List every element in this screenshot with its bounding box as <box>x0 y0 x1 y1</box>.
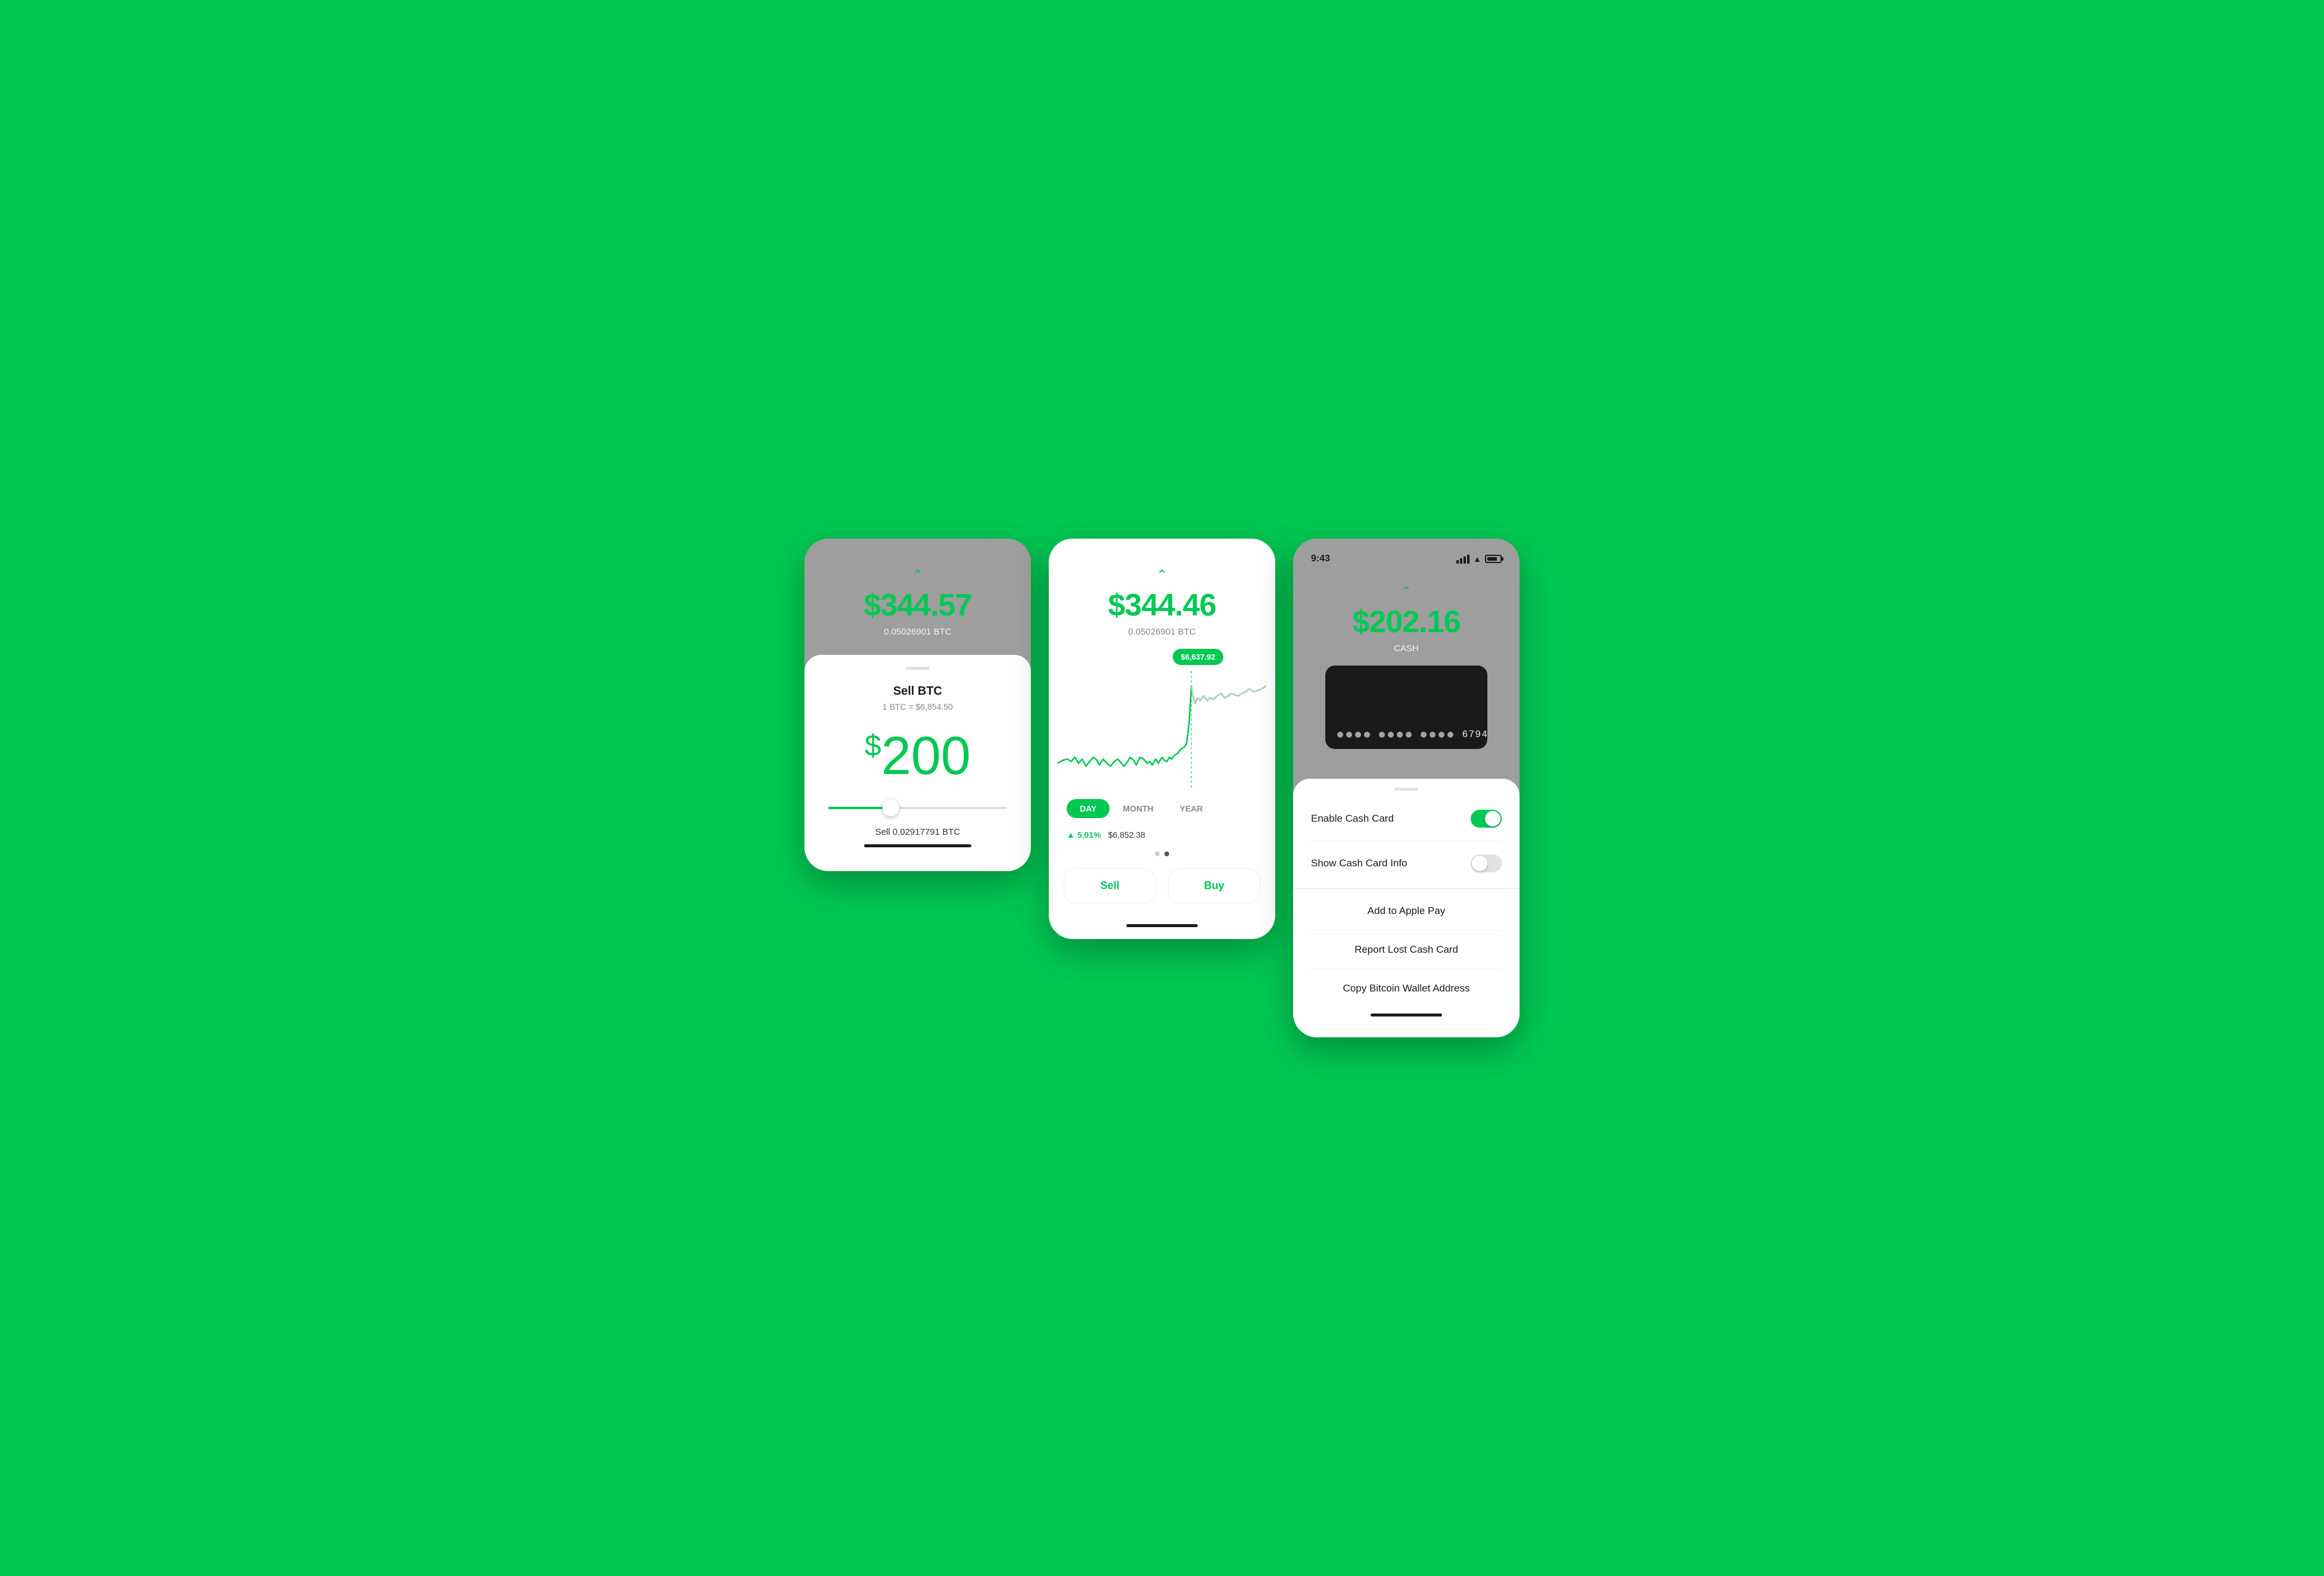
report-lost-label: Report Lost Cash Card <box>1354 944 1458 956</box>
cash-amount: $202.16 <box>1353 604 1461 640</box>
sell-card: Sell BTC 1 BTC = $6,854.50 $200 Sell 0.0… <box>804 655 1031 871</box>
chevron-up-icon-2[interactable]: ⌃ <box>1157 568 1167 582</box>
up-arrow-icon: ▲ <box>1067 830 1075 840</box>
sell-button[interactable]: Sell <box>1064 868 1156 903</box>
card-handle <box>906 667 930 670</box>
show-cash-card-toggle[interactable] <box>1471 854 1502 872</box>
home-indicator <box>864 844 971 847</box>
screens-container: ⌃ $344.57 0.05026901 BTC Sell BTC 1 BTC … <box>775 539 1549 1037</box>
slider-fill <box>828 807 891 809</box>
stat-price: $6,852.38 <box>1108 830 1145 840</box>
status-icons: ▲ <box>1456 554 1502 564</box>
enable-cash-card-item[interactable]: Enable Cash Card <box>1293 797 1520 841</box>
chevron-up-icon[interactable]: ⌃ <box>912 568 923 582</box>
cash-card: 6794 <box>1325 666 1487 749</box>
chevron-up-icon-3[interactable]: ⌃ <box>1401 585 1412 598</box>
screen3-footer <box>1293 1008 1520 1025</box>
home-bar-3 <box>1371 1014 1442 1017</box>
sell-title: Sell BTC <box>893 685 942 698</box>
tab-day[interactable]: DAY <box>1067 799 1110 818</box>
time-buttons: DAY MONTH YEAR <box>1049 790 1275 827</box>
show-cash-card-info-item[interactable]: Show Cash Card Info <box>1293 841 1520 885</box>
dot-group-1 <box>1337 732 1370 738</box>
btc-price: $344.57 <box>864 587 972 623</box>
sell-rate: 1 BTC = $6,854.50 <box>883 702 953 711</box>
dot-2 <box>1164 851 1169 856</box>
btc-amount: 0.05026901 BTC <box>884 627 951 637</box>
card-last4: 6794 <box>1462 729 1489 740</box>
card-number-dots: 6794 <box>1337 729 1489 740</box>
sell-footer: Sell 0.02917791 BTC <box>864 827 971 847</box>
section-divider-1 <box>1293 888 1520 889</box>
add-to-apple-pay-item[interactable]: Add to Apple Pay <box>1293 892 1520 930</box>
stat-up: ▲ 5.01% <box>1067 830 1101 840</box>
cash-label: CASH <box>1394 644 1419 654</box>
chart-container: $6,637.92 <box>1049 649 1275 790</box>
tab-year[interactable]: YEAR <box>1167 799 1216 818</box>
sell-number: 200 <box>881 726 971 786</box>
cash-card-sheet: Enable Cash Card Show Cash Card Info Add… <box>1293 779 1520 1037</box>
home-bar <box>1126 924 1198 927</box>
slider-thumb[interactable] <box>883 800 899 816</box>
dollar-sign: $ <box>865 729 881 762</box>
page-dots <box>1049 848 1275 862</box>
status-bar: 9:43 ▲ <box>1311 551 1502 567</box>
buy-button[interactable]: Buy <box>1168 868 1260 903</box>
battery-icon <box>1485 555 1502 563</box>
stat-pct: 5.01% <box>1077 830 1101 840</box>
add-apple-pay-label: Add to Apple Pay <box>1368 905 1445 917</box>
tab-month[interactable]: MONTH <box>1110 799 1166 818</box>
chart-svg <box>1058 671 1266 790</box>
copy-bitcoin-item[interactable]: Copy Bitcoin Wallet Address <box>1293 969 1520 1008</box>
enable-cash-card-label: Enable Cash Card <box>1311 813 1394 825</box>
screen2-footer <box>1049 918 1275 939</box>
dot-1 <box>1155 851 1160 856</box>
screen3-top: 9:43 ▲ ⌃ $202.16 <box>1293 539 1520 779</box>
chart-bubble: $6,637.92 <box>1173 649 1224 665</box>
screen2-top: ⌃ $344.46 0.05026901 BTC <box>1049 539 1275 649</box>
amount-slider[interactable] <box>822 807 1013 809</box>
show-cash-card-label: Show Cash Card Info <box>1311 857 1408 869</box>
enable-cash-card-toggle[interactable] <box>1471 810 1502 828</box>
chart-stats: ▲ 5.01% $6,852.38 <box>1049 827 1275 848</box>
sell-amount: $200 <box>865 729 971 783</box>
btc-price-2: $344.46 <box>1108 587 1216 623</box>
chart-screen: ⌃ $344.46 0.05026901 BTC $6,637.92 DAY <box>1049 539 1275 939</box>
toggle-thumb-2 <box>1472 856 1487 871</box>
toggle-thumb-1 <box>1485 811 1500 826</box>
copy-bitcoin-label: Copy Bitcoin Wallet Address <box>1343 983 1470 994</box>
dot-group-2 <box>1379 732 1412 738</box>
signal-icon <box>1456 555 1469 564</box>
sheet-handle <box>1394 788 1418 791</box>
cash-info: ⌃ $202.16 CASH <box>1311 585 1502 654</box>
status-time: 9:43 <box>1311 554 1330 564</box>
report-lost-item[interactable]: Report Lost Cash Card <box>1293 931 1520 969</box>
wifi-icon: ▲ <box>1473 554 1481 564</box>
slider-track <box>828 807 1007 809</box>
action-buttons: Sell Buy <box>1049 862 1275 918</box>
btc-amount-2: 0.05026901 BTC <box>1128 627 1195 637</box>
cash-card-screen: 9:43 ▲ ⌃ $202.16 <box>1293 539 1520 1037</box>
sell-btc-screen: ⌃ $344.57 0.05026901 BTC Sell BTC 1 BTC … <box>804 539 1031 871</box>
screen1-top: ⌃ $344.57 0.05026901 BTC <box>804 539 1031 655</box>
dot-group-3 <box>1421 732 1453 738</box>
sell-btc-amount: Sell 0.02917791 BTC <box>864 827 971 837</box>
